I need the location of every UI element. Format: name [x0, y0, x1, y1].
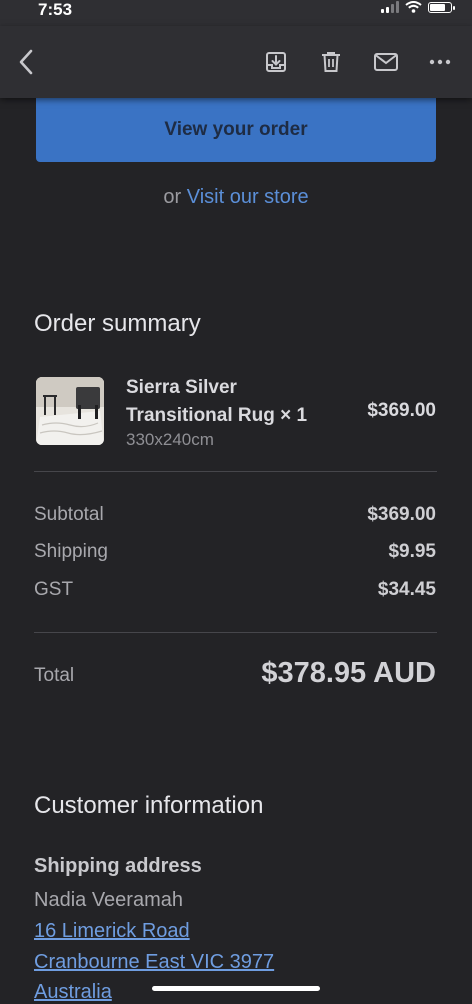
more-button[interactable]: [428, 50, 452, 74]
divider: [34, 471, 437, 472]
shipping-label: Shipping: [34, 541, 108, 562]
trash-icon: [322, 52, 340, 72]
battery-icon: [428, 1, 455, 13]
product-name: Sierra Silver Transitional Rug × 1: [126, 377, 308, 426]
email-body: View your order or Visit our store Order…: [0, 98, 472, 1003]
address-line-3[interactable]: Australia: [34, 981, 112, 1004]
address-line-1[interactable]: 16 Limerick Road: [34, 920, 190, 943]
cellular-signal-icon: [381, 1, 399, 13]
delete-button[interactable]: [319, 50, 343, 74]
address-line-2[interactable]: Cranbourne East VIC 3977: [34, 951, 274, 974]
product-thumbnail[interactable]: [36, 377, 104, 445]
envelope-icon: [374, 53, 398, 71]
status-time: 7:53: [38, 0, 73, 19]
shipping-value: $9.95: [388, 541, 436, 562]
product-variant: 330x240cm: [126, 430, 214, 449]
visit-store-line: or Visit our store: [0, 186, 472, 209]
order-summary-title: Order summary: [34, 310, 201, 337]
customer-information-title: Customer information: [34, 792, 264, 819]
home-indicator[interactable]: [152, 986, 320, 991]
more-horizontal-icon: [429, 59, 451, 65]
shipping-address-label: Shipping address: [34, 855, 202, 877]
wifi-icon: [405, 1, 422, 13]
view-order-button[interactable]: View your order: [36, 98, 436, 162]
subtotal-value: $369.00: [367, 504, 436, 525]
archive-button[interactable]: [264, 50, 288, 74]
status-icons: [381, 1, 455, 13]
customer-name: Nadia Veeramah: [34, 889, 183, 911]
gst-value: $34.45: [377, 579, 436, 600]
visit-store-link[interactable]: Visit our store: [187, 186, 309, 208]
subtotal-label: Subtotal: [34, 504, 104, 525]
status-bar: 7:53: [0, 0, 472, 26]
product-price: $369.00: [367, 400, 436, 421]
divider: [34, 632, 437, 633]
archive-icon: [266, 52, 286, 72]
visit-prefix: or: [163, 186, 182, 208]
back-button[interactable]: [14, 49, 38, 75]
mail-toolbar: [0, 26, 472, 98]
mark-unread-button[interactable]: [374, 50, 398, 74]
total-label: Total: [34, 665, 75, 686]
chevron-left-icon: [19, 49, 33, 75]
total-value: $378.95 AUD: [261, 657, 436, 689]
gst-label: GST: [34, 579, 74, 600]
